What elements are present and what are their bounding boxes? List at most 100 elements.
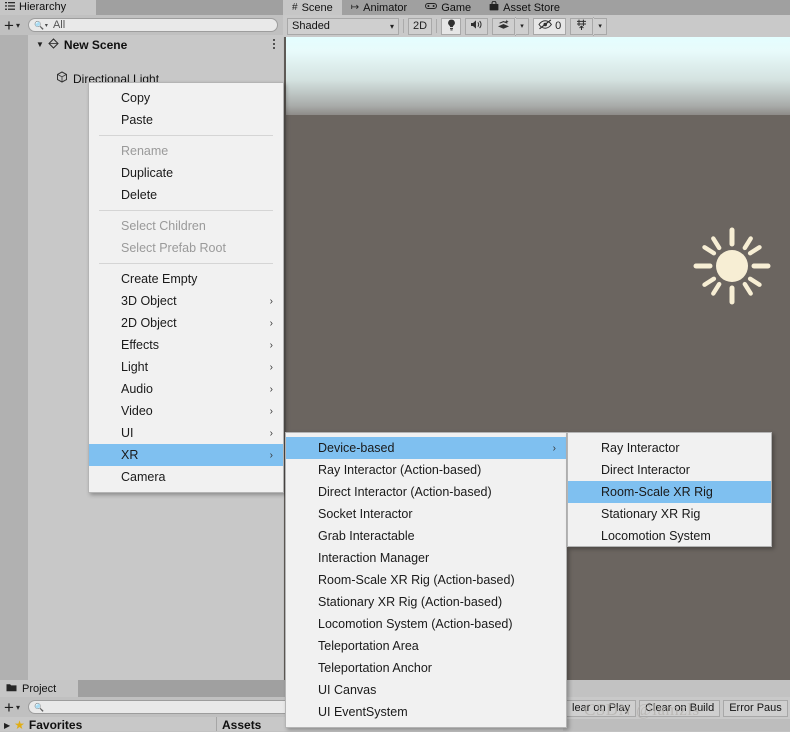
context-menu-item[interactable]: Effects › [89, 334, 283, 356]
xr-menu-item[interactable]: Stationary XR Rig (Action-based) [286, 591, 566, 613]
chevron-right-icon: › [269, 361, 273, 373]
device-menu-item-label: Stationary XR Rig [601, 507, 701, 521]
hierarchy-search-placeholder: All [52, 19, 66, 31]
tab-game[interactable]: Game [416, 0, 480, 15]
context-menu-item[interactable]: XR › [89, 444, 283, 466]
search-filter-caret-icon[interactable]: ▾ [45, 22, 48, 29]
scene-sky [284, 37, 790, 115]
scene-gizmos-group: ▾ [570, 16, 608, 36]
project-column-divider[interactable] [216, 717, 217, 731]
chevron-right-icon: › [269, 427, 273, 439]
clear-on-play-button[interactable]: lear on Play [566, 699, 637, 717]
scene-icon [48, 37, 59, 52]
hierarchy-search-input[interactable]: 🔍 ▾ All [27, 18, 278, 32]
xr-menu-item[interactable]: Socket Interactor [286, 503, 566, 525]
device-menu-item[interactable]: Room-Scale XR Rig [568, 481, 771, 503]
chevron-right-icon: › [269, 405, 273, 417]
scene-fx-toggle[interactable] [492, 17, 516, 35]
tab-animator[interactable]: ↦ Animator [342, 0, 416, 15]
project-favorites-row[interactable]: ▶ ★ Favorites [4, 718, 82, 732]
hierarchy-add-button[interactable]: + [4, 17, 14, 34]
scene-gizmos-toggle[interactable] [570, 17, 594, 35]
xr-submenu[interactable]: Device-based › Ray Interactor (Action-base… [285, 432, 567, 728]
context-menu-item-label: Camera [121, 470, 166, 484]
context-menu-item[interactable]: Duplicate [89, 162, 283, 184]
device-menu-item-label: Ray Interactor [601, 441, 680, 455]
xr-menu-item[interactable]: Device-based › [286, 437, 566, 459]
hierarchy-row-new-scene[interactable]: ▼ New Scene [28, 36, 283, 53]
context-menu-item-label: Audio [121, 382, 153, 396]
context-menu-item[interactable]: Copy [89, 87, 283, 109]
device-menu-item[interactable]: Locomotion System [568, 525, 771, 547]
device-menu-item-label: Direct Interactor [601, 463, 690, 477]
scene-row-more-options-icon[interactable] [273, 39, 275, 49]
context-menu-item[interactable]: 2D Object › [89, 312, 283, 334]
project-add-button[interactable]: + [4, 699, 14, 716]
scene-gizmos-caret-icon[interactable]: ▾ [594, 17, 608, 35]
folder-icon [6, 683, 17, 695]
context-menu-item[interactable]: Delete [89, 184, 283, 206]
gameobject-cube-icon [56, 71, 68, 86]
scene-audio-toggle[interactable] [465, 17, 489, 35]
context-menu-item[interactable]: Paste [89, 109, 283, 131]
chevron-down-icon[interactable]: ▼ [36, 40, 44, 49]
directional-light-sun-gizmo[interactable] [689, 223, 775, 309]
xr-menu-item[interactable]: Grab Interactable [286, 525, 566, 547]
xr-menu-item-label: Socket Interactor [318, 507, 413, 521]
context-menu-item[interactable]: Create Empty [89, 268, 283, 290]
effects-layers-icon [497, 19, 510, 33]
xr-menu-item-label: UI EventSystem [318, 705, 408, 719]
xr-menu-item-label: Device-based [318, 441, 395, 455]
device-menu-item[interactable]: Stationary XR Rig [568, 503, 771, 525]
xr-menu-item-label: Direct Interactor (Action-based) [318, 485, 492, 499]
context-menu-item[interactable]: UI › [89, 422, 283, 444]
scene-fx-caret-icon[interactable]: ▾ [516, 17, 530, 35]
toggle-2d-button[interactable]: 2D [408, 17, 433, 35]
xr-menu-item[interactable]: Teleportation Area [286, 635, 566, 657]
xr-menu-item[interactable]: Ray Interactor (Action-based) [286, 459, 566, 481]
hierarchy-add-caret-icon[interactable]: ▾ [16, 21, 20, 30]
tab-project[interactable]: Project [0, 680, 78, 697]
clear-on-build-button[interactable]: Clear on Build [639, 699, 721, 717]
search-icon: 🔍 [33, 20, 44, 30]
context-menu-item-label: Select Children [121, 219, 206, 233]
chevron-right-icon[interactable]: ▶ [4, 721, 10, 730]
device-menu-item[interactable]: Ray Interactor [568, 437, 771, 459]
hierarchy-context-menu[interactable]: Copy Paste Rename Duplicate Delete Select Chi… [88, 82, 284, 493]
xr-menu-item[interactable]: UI Canvas [286, 679, 566, 701]
project-add-caret-icon[interactable]: ▾ [16, 703, 20, 712]
xr-menu-item[interactable]: Interaction Manager [286, 547, 566, 569]
xr-menu-item[interactable]: Room-Scale XR Rig (Action-based) [286, 569, 566, 591]
context-menu-item-label: Rename [121, 144, 169, 158]
draw-mode-dropdown[interactable]: Shaded ▾ [287, 17, 399, 35]
lightbulb-icon [447, 19, 456, 34]
device-menu-item[interactable]: Direct Interactor [568, 459, 771, 481]
context-menu-item-label: 3D Object [121, 294, 177, 308]
speaker-icon [470, 19, 483, 33]
xr-menu-item[interactable]: UI EventSystem [286, 701, 566, 723]
context-menu-item: Rename [89, 140, 283, 162]
error-pause-button[interactable]: Error Paus [723, 699, 788, 717]
context-menu-item[interactable]: Light › [89, 356, 283, 378]
device-based-submenu[interactable]: Ray Interactor Direct Interactor Room-Scal… [567, 432, 772, 547]
tab-asset-store[interactable]: Asset Store [480, 0, 569, 15]
context-menu-item-label: Duplicate [121, 166, 174, 180]
context-menu-item[interactable]: Video › [89, 400, 283, 422]
tab-scene[interactable]: # Scene [283, 0, 342, 15]
context-menu-item[interactable]: 3D Object › [89, 290, 283, 312]
context-menu-item[interactable]: Camera [89, 466, 283, 488]
chevron-down-icon: ▾ [389, 21, 394, 31]
xr-menu-item[interactable]: Direct Interactor (Action-based) [286, 481, 566, 503]
tab-hierarchy[interactable]: Hierarchy [0, 0, 96, 15]
xr-menu-item[interactable]: Teleportation Anchor [286, 657, 566, 679]
xr-menu-item-label: Grab Interactable [318, 529, 415, 543]
xr-menu-item[interactable]: Locomotion System (Action-based) [286, 613, 566, 635]
scene-tabstrip: # Scene ↦ Animator Game Asset Store [283, 0, 790, 15]
scene-lighting-toggle[interactable] [441, 17, 462, 35]
context-menu-item-label: UI [121, 426, 134, 440]
context-menu-item-label: Video [121, 404, 153, 418]
scene-visibility-toggle[interactable]: 0 [533, 17, 567, 35]
chevron-right-icon: › [269, 295, 273, 307]
eye-off-icon [538, 19, 553, 33]
context-menu-item[interactable]: Audio › [89, 378, 283, 400]
